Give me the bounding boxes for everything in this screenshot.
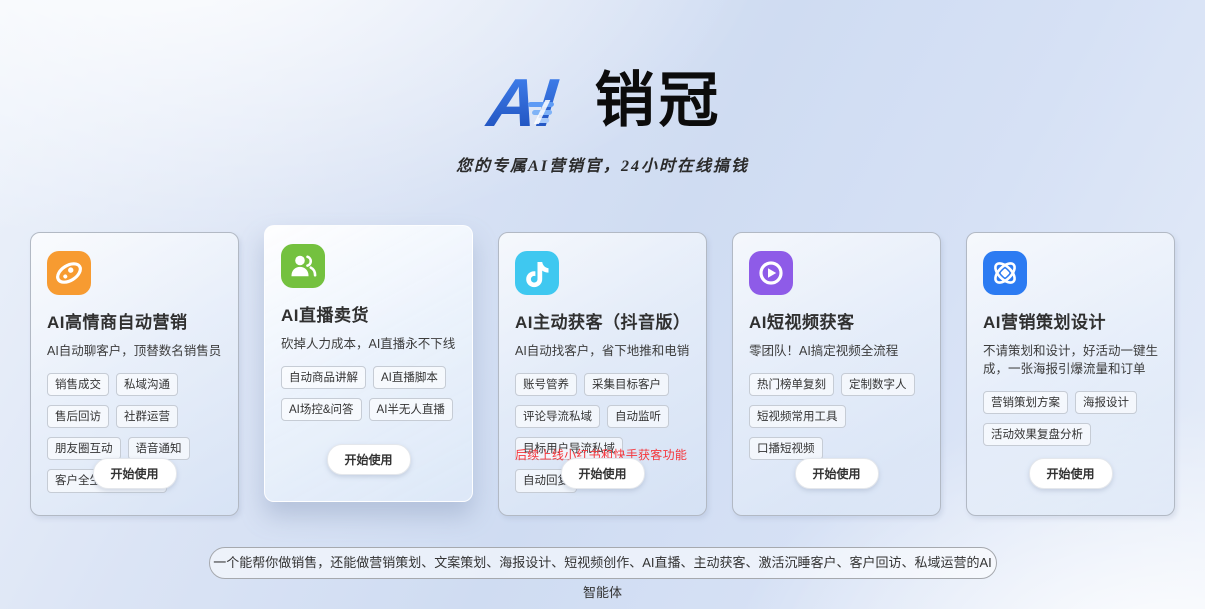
- card-title: AI营销策划设计: [983, 308, 1158, 333]
- feature-tag: 语音通知: [128, 437, 190, 460]
- feature-tag: 海报设计: [1075, 391, 1137, 414]
- card-ai-live-selling[interactable]: AI直播卖货 砍掉人力成本，AI直播永不下线 自动商品讲解 AI直播脚本 AI场…: [264, 225, 473, 502]
- card-description: 砍掉人力成本，AI直播永不下线: [281, 335, 456, 353]
- card-description: 零团队！AI搞定视频全流程: [749, 342, 924, 360]
- feature-tag: 营销策划方案: [983, 391, 1068, 414]
- card-ai-auto-marketing[interactable]: AI高情商自动营销 AI自动聊客户，顶替数名销售员 销售成交 私域沟通 售后回访…: [30, 232, 239, 516]
- feature-tag: 朋友圈互动: [47, 437, 121, 460]
- feature-tag: 销售成交: [47, 373, 109, 396]
- card-title: AI短视频获客: [749, 308, 924, 333]
- feature-tag: AI半无人直播: [369, 398, 453, 421]
- feature-tag: 定制数字人: [841, 373, 915, 396]
- atom-icon: [983, 251, 1027, 295]
- product-cards-row: AI高情商自动营销 AI自动聊客户，顶替数名销售员 销售成交 私域沟通 售后回访…: [30, 232, 1175, 516]
- card-ai-douyin-leads[interactable]: AI主动获客（抖音版） AI自动找客户，省下地推和电销 账号管养 采集目标客户 …: [498, 232, 707, 516]
- feature-tag: 账号管养: [515, 373, 577, 396]
- start-button[interactable]: 开始使用: [794, 458, 878, 489]
- feature-tag: 私域沟通: [116, 373, 178, 396]
- users-icon: [281, 244, 325, 288]
- feature-tag: 评论导流私域: [515, 405, 600, 428]
- header: AI 销冠 您的专属AI营销官，24小时在线搞钱: [0, 56, 1205, 176]
- feature-tag: 热门榜单复刻: [749, 373, 834, 396]
- start-button[interactable]: 开始使用: [92, 458, 176, 489]
- feature-tags: 热门榜单复刻 定制数字人 短视频常用工具 口播短视频: [749, 373, 924, 460]
- feature-tag: AI直播脚本: [373, 366, 446, 389]
- feature-tag: 短视频常用工具: [749, 405, 846, 428]
- card-ai-short-video[interactable]: AI短视频获客 零团队！AI搞定视频全流程 热门榜单复刻 定制数字人 短视频常用…: [732, 232, 941, 516]
- feature-tag: 采集目标客户: [584, 373, 669, 396]
- tiktok-icon: [515, 251, 559, 295]
- card-title: AI直播卖货: [281, 301, 456, 326]
- start-button[interactable]: 开始使用: [1028, 458, 1112, 489]
- tagline: 您的专属AI营销官，24小时在线搞钱: [0, 152, 1205, 176]
- card-title: AI主动获客（抖音版）: [515, 308, 690, 333]
- logo-brand-name: 销冠: [595, 62, 723, 140]
- feature-tag: 售后回访: [47, 405, 109, 428]
- feature-tags: 自动商品讲解 AI直播脚本 AI场控&问答 AI半无人直播: [281, 366, 456, 421]
- footer-summary: 一个能帮你做销售，还能做营销策划、文案策划、海报设计、短视频创作、AI直播、主动…: [209, 547, 997, 579]
- card-description: AI自动聊客户，顶替数名销售员: [47, 342, 222, 360]
- card-description: AI自动找客户，省下地推和电销: [515, 342, 690, 360]
- feature-tag: 自动监听: [607, 405, 669, 428]
- video-play-icon: [749, 251, 793, 295]
- card-description: 不请策划和设计，好活动一键生成，一张海报引爆流量和订单: [983, 342, 1158, 378]
- landing-page: AI 销冠 您的专属AI营销官，24小时在线搞钱: [0, 0, 1205, 609]
- feature-tag: AI场控&问答: [281, 398, 362, 421]
- card-ai-marketing-design[interactable]: AI营销策划设计 不请策划和设计，好活动一键生成，一张海报引爆流量和订单 营销策…: [966, 232, 1175, 516]
- feature-tag: 自动商品讲解: [281, 366, 366, 389]
- peanut-chat-icon: [47, 251, 91, 295]
- ai-logo-mark: AI: [483, 56, 585, 140]
- feature-tag: 活动效果复盘分析: [983, 423, 1091, 446]
- start-button[interactable]: 开始使用: [560, 458, 644, 489]
- logo: AI 销冠: [0, 56, 1205, 140]
- feature-tag: 口播短视频: [749, 437, 823, 460]
- feature-tags: 营销策划方案 海报设计 活动效果复盘分析: [983, 391, 1158, 446]
- start-button[interactable]: 开始使用: [326, 444, 410, 475]
- feature-tag: 社群运营: [116, 405, 178, 428]
- card-title: AI高情商自动营销: [47, 308, 222, 333]
